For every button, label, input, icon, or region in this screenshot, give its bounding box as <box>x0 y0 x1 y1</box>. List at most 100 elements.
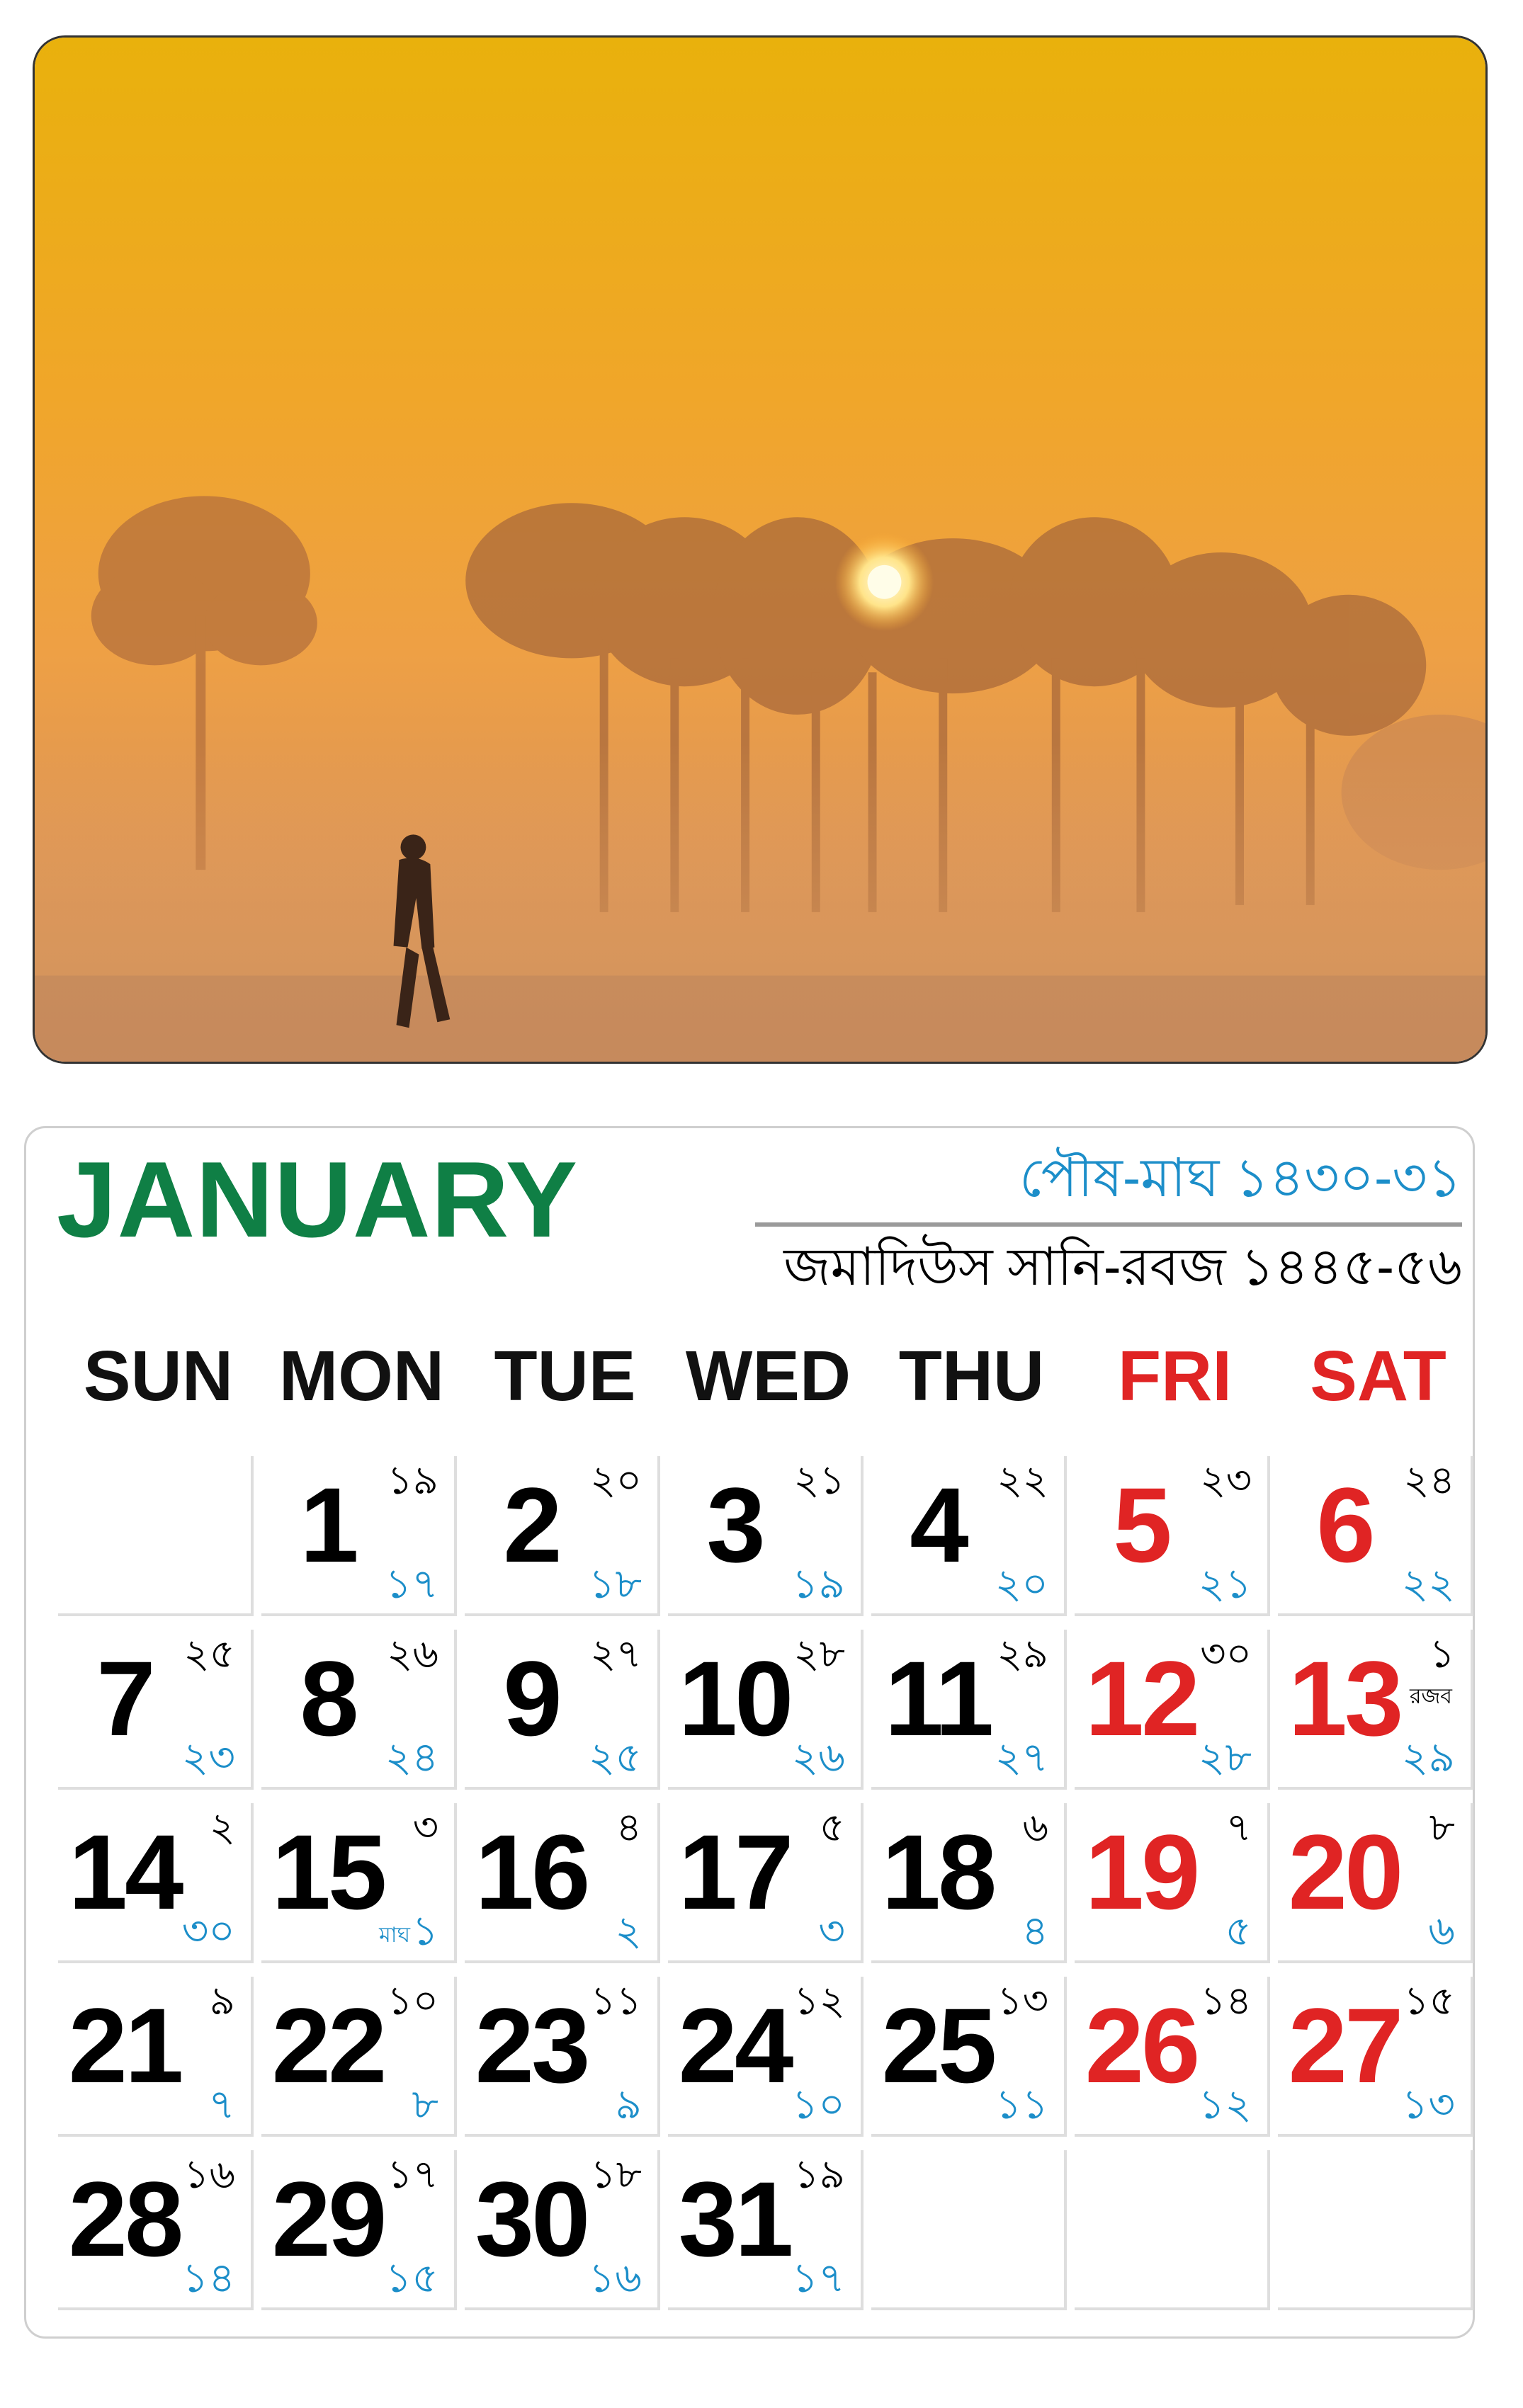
hijri-date: ৩ <box>818 1908 845 1954</box>
bangla-date: ২৬ <box>387 1631 438 1676</box>
day-number: 18 <box>881 1812 997 1931</box>
empty-day-cell <box>1075 2150 1270 2310</box>
hijri-date: ১৭ <box>385 1561 438 1607</box>
day-cell-30: 30 ১৮ ১৬ <box>465 2150 660 2310</box>
hijri-date: ৫ <box>1225 1908 1252 1954</box>
bangla-date: ৪ <box>616 1805 642 1849</box>
day-number: 14 <box>68 1812 184 1931</box>
bangla-date: ২৭ <box>590 1631 642 1676</box>
bangla-date: ৮ <box>1429 1805 1455 1849</box>
bangla-date: ৬ <box>1022 1805 1048 1849</box>
day-number: 7 <box>96 1639 155 1758</box>
day-number: 4 <box>910 1465 968 1584</box>
day-number: 24 <box>678 1986 794 2105</box>
day-cell-3: 3 ২১ ১৯ <box>668 1456 864 1616</box>
weekday-thu: THU <box>898 1336 1045 1416</box>
hijri-date: ১৫ <box>385 2255 438 2301</box>
day-cell-17: 17 ৫ ৩ <box>668 1803 864 1963</box>
weekday-tue: TUE <box>494 1336 636 1416</box>
bangla-date: ২৩ <box>1200 1458 1252 1502</box>
day-number: 31 <box>678 2159 794 2278</box>
bangla-date: ১৩ <box>997 1978 1048 2023</box>
day-cell-13: 13 ১ ২৯ রজব <box>1278 1630 1473 1790</box>
bangla-date: ২ <box>209 1805 235 1849</box>
day-number: 16 <box>475 1812 591 1931</box>
day-number: 13 <box>1288 1639 1404 1758</box>
hijri-date: ২২ <box>1401 1561 1455 1607</box>
day-number: 2 <box>503 1465 562 1584</box>
foggy-sunrise-image <box>35 38 1485 1062</box>
bangla-date: ১৫ <box>1403 1978 1455 2023</box>
hijri-date: ১৩ <box>1401 2082 1455 2128</box>
hijri-date: ১৭ <box>791 2255 845 2301</box>
day-cell-20: 20 ৮ ৬ <box>1278 1803 1473 1963</box>
day-cell-19: 19 ৭ ৫ <box>1075 1803 1270 1963</box>
day-number: 5 <box>1113 1465 1172 1584</box>
day-number: 11 <box>884 1639 995 1758</box>
bangla-date: ১০ <box>387 1978 438 2023</box>
day-cell-27: 27 ১৫ ১৩ <box>1278 1977 1473 2137</box>
hijri-date: ৯ <box>615 2082 642 2128</box>
cover-photo <box>33 35 1488 1064</box>
weekday-sun: SUN <box>83 1336 234 1416</box>
bangla-date: ১৬ <box>183 2152 235 2196</box>
day-number: 12 <box>1085 1639 1201 1758</box>
bangla-date: ২৪ <box>1403 1458 1455 1502</box>
day-cell-31: 31 ১৯ ১৭ <box>668 2150 864 2310</box>
day-number: 1 <box>300 1465 358 1584</box>
day-cell-5: 5 ২৩ ২১ <box>1075 1456 1270 1616</box>
hijri-date: ৩০ <box>181 1908 235 1954</box>
bangla-date: ১৮ <box>590 2152 642 2196</box>
calendar-grid: 1 ১৯ ১৭ 2 ২০ ১৮ 3 ২১ ১৯ 4 ২২ ২০ 5 ২৩ ২১ 6 ২৪ ২২ 7 ২৫ ২৩ 8 ২৬ ২৪… <box>58 1456 1473 2310</box>
hijri-date: ২৫ <box>588 1734 642 1781</box>
bangla-date: ৩ <box>412 1805 438 1849</box>
empty-day-cell <box>1278 2150 1473 2310</box>
day-number: 20 <box>1288 1812 1404 1931</box>
day-cell-26: 26 ১৪ ১২ <box>1075 1977 1270 2137</box>
day-cell-8: 8 ২৬ ২৪ <box>261 1630 457 1790</box>
hijri-date: ৬ <box>1428 1908 1455 1954</box>
day-number: 30 <box>475 2159 591 2278</box>
bangla-date: ১৪ <box>1200 1978 1252 2023</box>
bangla-date: ২১ <box>793 1458 845 1502</box>
bangla-date: ২২ <box>997 1458 1048 1502</box>
day-cell-15: 15 ৩ ১ মাঘ <box>261 1803 457 1963</box>
day-number: 6 <box>1316 1465 1375 1584</box>
month-title: JANUARY <box>57 1140 579 1260</box>
hijri-date: ১৯ <box>791 1561 845 1607</box>
hijri-date: ২৩ <box>181 1734 235 1781</box>
day-cell-14: 14 ২ ৩০ <box>58 1803 254 1963</box>
day-cell-10: 10 ২৮ ২৬ <box>668 1630 864 1790</box>
day-cell-21: 21 ৯ ৭ <box>58 1977 254 2137</box>
day-number: 19 <box>1085 1812 1201 1931</box>
bangla-date: ৩০ <box>1200 1631 1252 1676</box>
day-number: 9 <box>503 1639 562 1758</box>
bangla-date: ২৫ <box>183 1631 235 1676</box>
day-cell-6: 6 ২৪ ২২ <box>1278 1456 1473 1616</box>
day-number: 26 <box>1085 1986 1201 2105</box>
day-cell-2: 2 ২০ ১৮ <box>465 1456 660 1616</box>
day-cell-1: 1 ১৯ ১৭ <box>261 1456 457 1616</box>
day-number: 25 <box>881 1986 997 2105</box>
day-number: 22 <box>271 1986 387 2105</box>
day-cell-29: 29 ১৭ ১৫ <box>261 2150 457 2310</box>
hijri-date: ১২ <box>1198 2082 1252 2128</box>
bangla-date: ৫ <box>819 1805 845 1849</box>
day-number: 21 <box>68 1986 184 2105</box>
weekday-fri: FRI <box>1117 1336 1233 1416</box>
day-cell-25: 25 ১৩ ১১ <box>871 1977 1067 2137</box>
bangla-date: ৯ <box>209 1978 235 2023</box>
bangla-date: ১৯ <box>793 2152 845 2196</box>
hijri-date: ২০ <box>995 1561 1048 1607</box>
day-cell-7: 7 ২৫ ২৩ <box>58 1630 254 1790</box>
month-start-note: রজব <box>1409 1685 1452 1708</box>
hijri-date: ১০ <box>791 2082 845 2128</box>
hijri-date: ২১ <box>1198 1561 1252 1607</box>
day-number: 3 <box>706 1465 765 1584</box>
hijri-date: ২৯ <box>1401 1734 1455 1781</box>
hijri-date: ৭ <box>208 2082 235 2128</box>
bangla-date: ১২ <box>793 1978 845 2023</box>
header-divider <box>755 1222 1462 1227</box>
weekday-sat: SAT <box>1310 1336 1446 1416</box>
weekday-mon: MON <box>278 1336 445 1416</box>
